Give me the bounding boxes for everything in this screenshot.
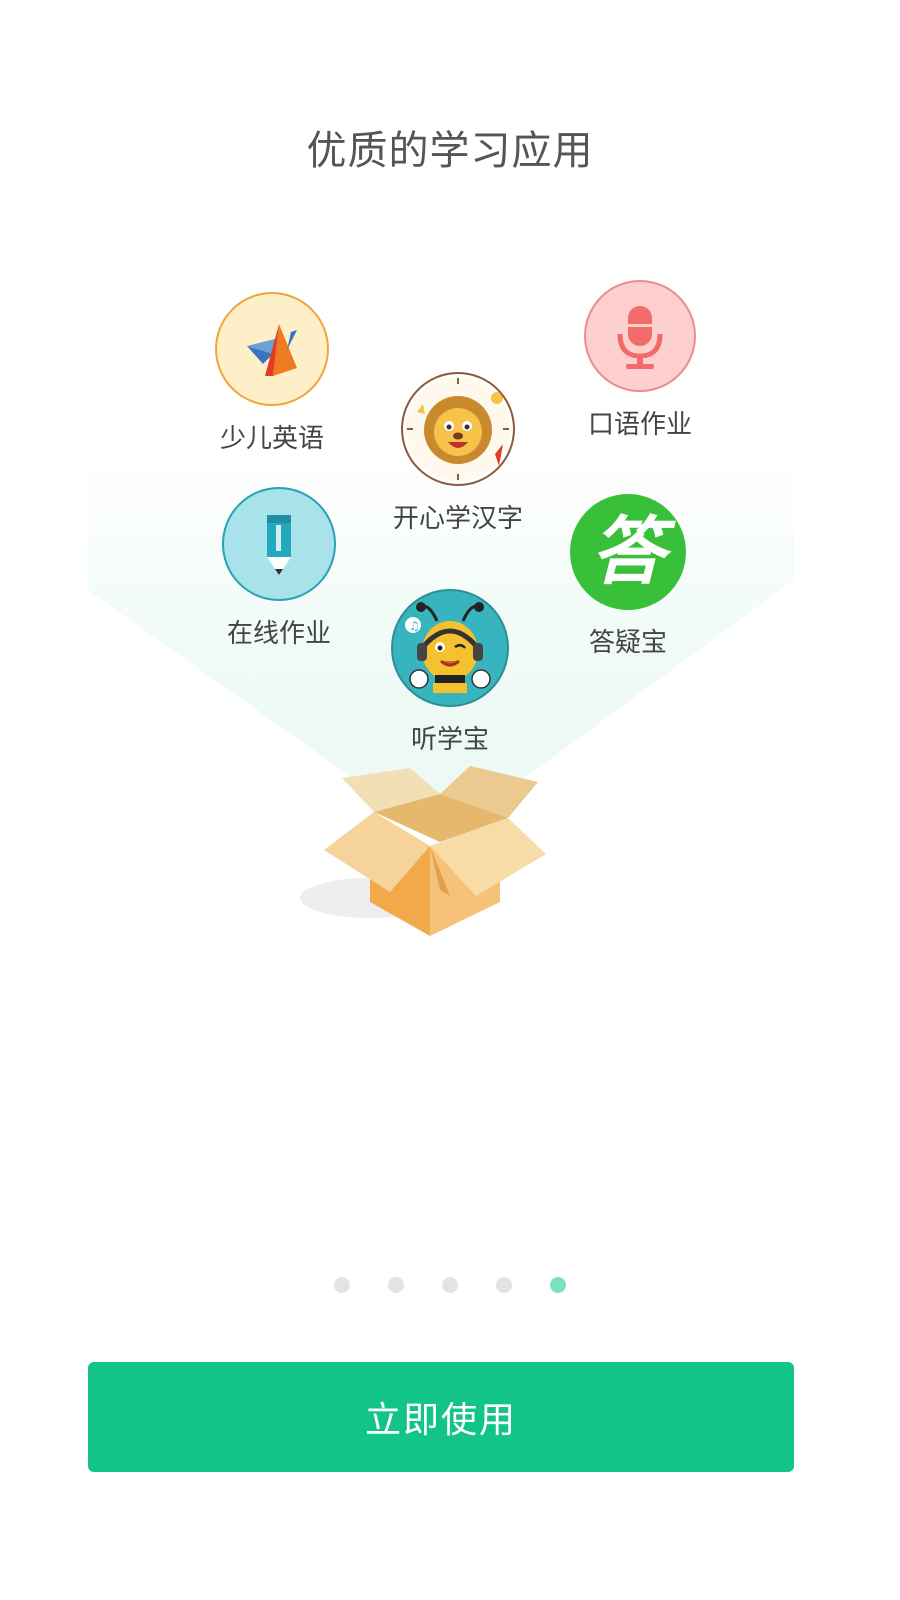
app-kou-yu-zuo-ye[interactable]: 口语作业 (555, 280, 725, 441)
app-ting-xue-bao[interactable]: ♫ 听学宝 (365, 589, 535, 756)
app-da-yi-bao[interactable]: 答 答疑宝 (543, 494, 713, 659)
app-label: 少儿英语 (219, 424, 324, 454)
app-shao-er-ying-yu[interactable]: 少儿英语 (187, 292, 357, 455)
app-kai-xin-xue-han-zi[interactable]: 开心学汉字 (373, 372, 543, 535)
app-zai-xian-zuo-ye[interactable]: 在线作业 (194, 487, 364, 650)
app-label: 开心学汉字 (392, 504, 523, 534)
pagination-dots (0, 1277, 900, 1293)
app-label: 答疑宝 (588, 628, 667, 658)
pagination-dot[interactable] (442, 1277, 458, 1293)
onboarding-page: 优质的学习应用 少儿英语 开心学汉字 口语作业 在线作业 答 答疑宝 ♫ 听学宝… (0, 0, 900, 1600)
da-yi-bao-glyph: 答 (591, 509, 665, 595)
pencil-icon (222, 487, 336, 601)
da-yi-bao-icon: 答 (570, 494, 686, 610)
pagination-dot-active[interactable] (550, 1277, 566, 1293)
bee-headphones-icon: ♫ (391, 589, 509, 707)
page-title: 优质的学习应用 (306, 128, 594, 174)
pagination-dot[interactable] (334, 1277, 350, 1293)
pagination-dot[interactable] (496, 1277, 512, 1293)
lion-clock-icon (401, 372, 515, 486)
microphone-icon (584, 280, 696, 392)
shao-er-ying-yu-logo-icon (215, 292, 329, 406)
pagination-dot[interactable] (388, 1277, 404, 1293)
open-box-illustration (300, 766, 546, 936)
app-label: 口语作业 (587, 410, 692, 440)
start-using-button[interactable]: 立即使用 (88, 1362, 794, 1472)
app-label: 在线作业 (226, 619, 331, 649)
svg-text:♫: ♫ (409, 619, 420, 633)
